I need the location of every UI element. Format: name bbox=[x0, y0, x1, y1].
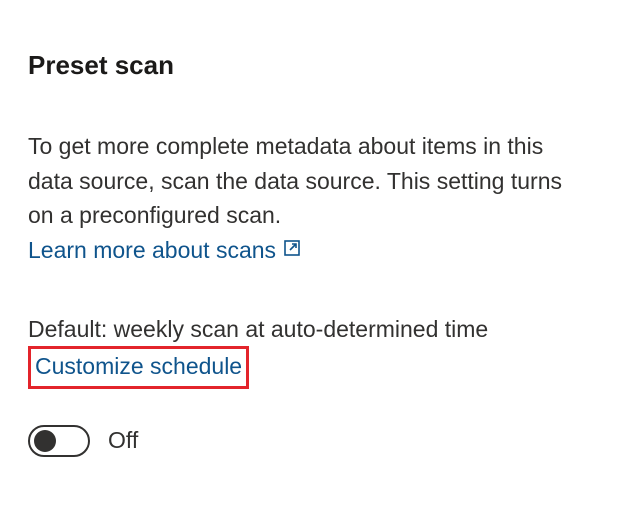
toggle-knob bbox=[34, 430, 56, 452]
customize-schedule-link[interactable]: Customize schedule bbox=[35, 353, 242, 379]
default-schedule-prefix: Default: weekly scan at auto-determined … bbox=[28, 316, 488, 342]
learn-more-link[interactable]: Learn more about scans bbox=[28, 237, 302, 264]
external-link-icon bbox=[282, 237, 302, 264]
preset-scan-toggle[interactable] bbox=[28, 425, 90, 457]
learn-more-label: Learn more about scans bbox=[28, 237, 276, 264]
preset-scan-description: To get more complete metadata about item… bbox=[28, 129, 593, 233]
preset-scan-heading: Preset scan bbox=[28, 50, 593, 81]
default-schedule-text: Default: weekly scan at auto-determined … bbox=[28, 312, 593, 389]
customize-highlight: Customize schedule bbox=[28, 346, 249, 389]
toggle-row: Off bbox=[28, 425, 593, 457]
toggle-state-label: Off bbox=[108, 427, 138, 454]
